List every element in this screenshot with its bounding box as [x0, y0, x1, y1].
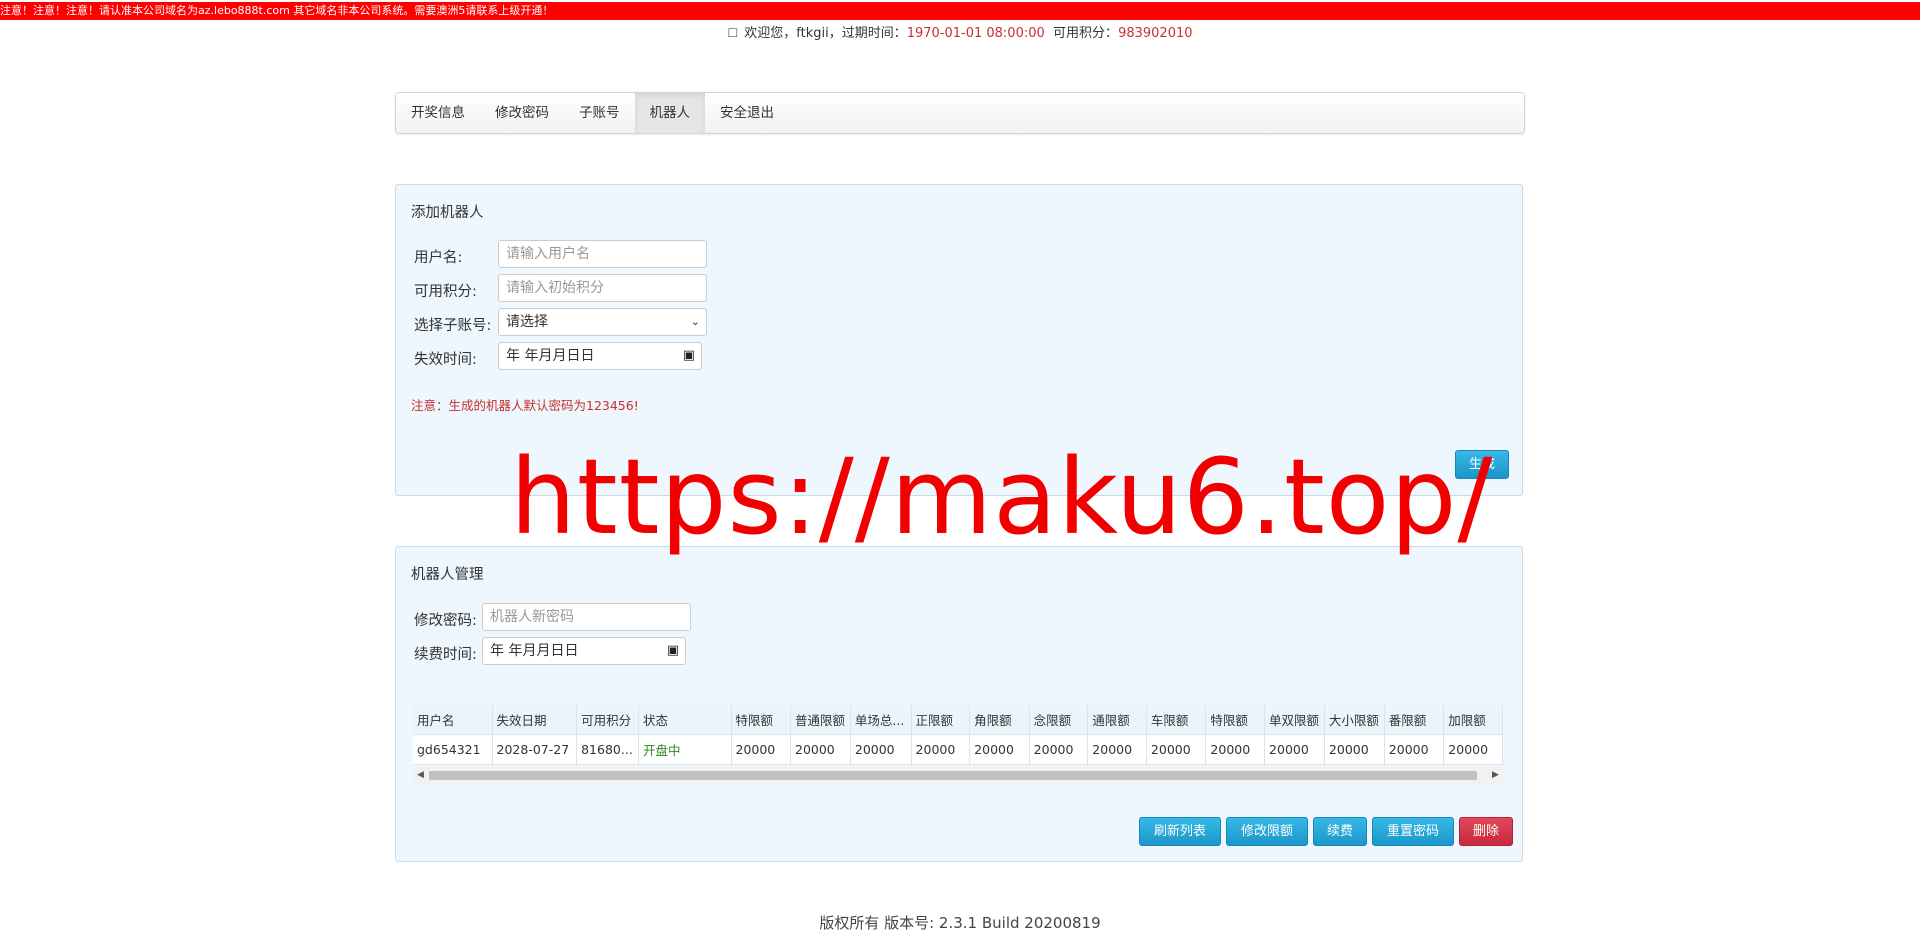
table-cell: 20000: [1264, 734, 1325, 765]
table-cell: 20000: [1087, 734, 1147, 765]
footer-copyright: 版权所有 版本号: 2.3.1 Build 20200819: [819, 914, 1101, 932]
table-cell: 20000: [1029, 734, 1089, 765]
table-cell: 81680...: [576, 734, 639, 765]
table-row[interactable]: gd654321 2028-07-27 81680... 开盘中 20000 20000 2…: [413, 734, 1503, 765]
expire-date-input[interactable]: 年 年月月日日 ▣: [498, 342, 702, 370]
table-cell: 2028-07-27: [492, 734, 578, 765]
table-cell: 20000: [969, 734, 1030, 765]
modify-limit-button[interactable]: 修改限额: [1226, 817, 1308, 846]
subaccount-label: 选择子账号:: [414, 318, 492, 334]
renew-date-input[interactable]: 年 年月月日日 ▣: [482, 637, 686, 665]
points-field-label: 可用积分:: [414, 284, 477, 300]
column-header: 单场总...: [850, 705, 912, 735]
points-value: 983902010: [1118, 26, 1193, 41]
status-badge: 开盘中: [638, 734, 732, 765]
tab-sub-accounts[interactable]: 子账号: [564, 93, 635, 133]
welcome-text: 欢迎您，ftkgii，过期时间：: [744, 26, 907, 41]
tab-logout[interactable]: 安全退出: [705, 93, 789, 133]
chevron-down-icon: ⌄: [690, 315, 700, 328]
tab-robots[interactable]: 机器人: [634, 93, 705, 133]
watermark-url: https://maku6.top/: [510, 436, 1494, 558]
table-cell: 20000: [1324, 734, 1385, 765]
column-header: 特限额: [731, 705, 791, 735]
column-header: 状态: [638, 705, 732, 735]
column-header: 大小限额: [1324, 705, 1385, 735]
subaccount-select[interactable]: 请选择 ⌄: [498, 308, 707, 336]
table-cell: 20000: [1384, 734, 1445, 765]
table-cell: 20000: [1146, 734, 1207, 765]
column-header: 番限额: [1384, 705, 1445, 735]
robot-table: 用户名 失效日期 可用积分 状态 特限额 普通限额 单场总... 正限额 角限额 念限额 通限额 车限…: [413, 705, 1503, 765]
refresh-list-button[interactable]: 刷新列表: [1139, 817, 1221, 846]
initial-points-input[interactable]: [498, 274, 707, 302]
add-robot-title: 添加机器人: [411, 205, 484, 221]
renew-label: 续费时间:: [414, 647, 477, 663]
expire-time: 1970-01-01 08:00:00: [906, 26, 1045, 41]
main-nav: 开奖信息 修改密码 子账号 机器人 安全退出: [395, 92, 1525, 134]
table-cell: gd654321: [413, 734, 493, 765]
table-cell: 20000: [790, 734, 851, 765]
tab-lottery-info[interactable]: 开奖信息: [396, 93, 480, 133]
column-header: 普通限额: [790, 705, 851, 735]
default-password-notice: 注意：生成的机器人默认密码为123456!: [411, 398, 639, 413]
points-label: 可用积分：: [1053, 26, 1119, 41]
expire-date-value: 年 年月月日日: [506, 348, 595, 364]
renew-button[interactable]: 续费: [1313, 817, 1367, 846]
scroll-left-icon[interactable]: ◀: [413, 767, 428, 784]
table-cell: 20000: [911, 734, 971, 765]
table-cell: 20000: [1443, 734, 1503, 765]
robot-table-container[interactable]: 用户名 失效日期 可用积分 状态 特限额 普通限额 单场总... 正限额 角限额 念限额 通限额 车限…: [413, 705, 1503, 767]
column-header: 加限额: [1443, 705, 1503, 735]
table-cell: 20000: [850, 734, 912, 765]
column-header: 通限额: [1087, 705, 1147, 735]
new-password-label: 修改密码:: [414, 613, 477, 629]
renew-date-value: 年 年月月日日: [490, 643, 579, 659]
scrollbar-thumb[interactable]: [429, 771, 1477, 780]
robot-manage-title: 机器人管理: [411, 567, 484, 583]
column-header: 念限额: [1029, 705, 1089, 735]
table-cell: 20000: [731, 734, 791, 765]
robot-new-password-input[interactable]: [482, 603, 691, 631]
warning-banner: 注意！注意！注意！请认准本公司域名为az.lebo888t.com 其它域名非本…: [0, 2, 1920, 20]
subaccount-select-value: 请选择: [506, 314, 548, 330]
column-header: 单双限额: [1264, 705, 1325, 735]
expire-label: 失效时间:: [414, 352, 477, 368]
table-header-row: 用户名 失效日期 可用积分 状态 特限额 普通限额 单场总... 正限额 角限额 念限额 通限额 车限…: [413, 705, 1503, 735]
column-header: 可用积分: [576, 705, 639, 735]
calendar-icon[interactable]: ▣: [667, 638, 679, 664]
column-header: 车限额: [1146, 705, 1207, 735]
column-header: 正限额: [911, 705, 971, 735]
scroll-right-icon[interactable]: ▶: [1488, 767, 1503, 784]
warning-banner-text: 注意！注意！注意！请认准本公司域名为az.lebo888t.com 其它域名非本…: [0, 4, 554, 17]
username-label: 用户名:: [414, 250, 463, 266]
user-icon: ☐: [727, 26, 739, 40]
username-input[interactable]: [498, 240, 707, 268]
user-info-bar: ☐ 欢迎您，ftkgii，过期时间：1970-01-01 08:00:00 可用积…: [0, 22, 1920, 41]
table-cell: 20000: [1205, 734, 1266, 765]
table-horizontal-scrollbar[interactable]: ◀ ▶: [413, 767, 1503, 784]
robot-manage-panel: 机器人管理 修改密码: 续费时间: 年 年月月日日 ▣ 用户名失效日期可用积分状…: [395, 546, 1523, 862]
calendar-icon[interactable]: ▣: [683, 343, 695, 369]
column-header: 特限额: [1205, 705, 1266, 735]
reset-password-button[interactable]: 重置密码: [1372, 817, 1454, 846]
column-header: 角限额: [969, 705, 1030, 735]
column-header: 失效日期: [492, 705, 578, 735]
tab-change-password[interactable]: 修改密码: [480, 93, 564, 133]
delete-button[interactable]: 删除: [1459, 817, 1513, 846]
column-header: 用户名: [413, 705, 493, 735]
